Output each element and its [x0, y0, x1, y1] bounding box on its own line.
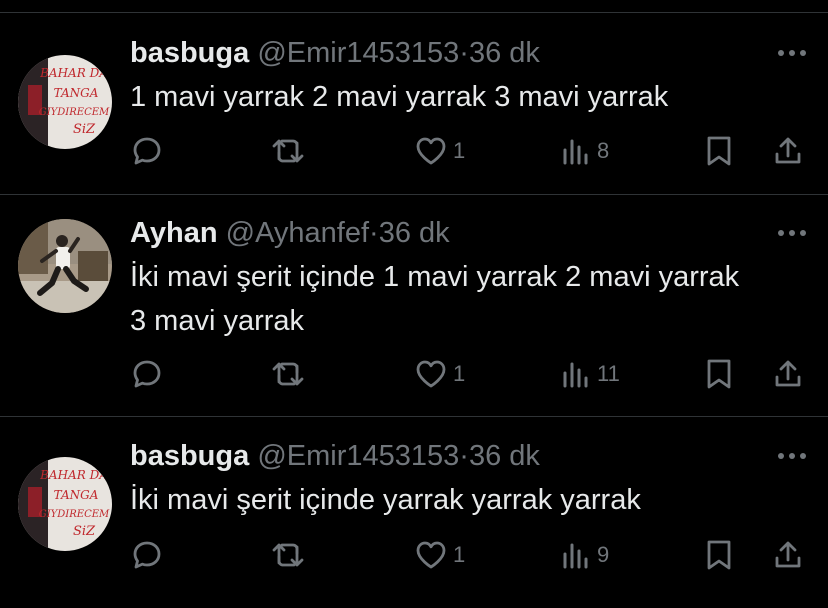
tweet-header: Ayhan @Ayhanfef·36 dk: [130, 213, 450, 253]
tweet-header: basbuga @Emir1453153·36 dk: [130, 33, 540, 73]
header-separator: ·: [459, 440, 469, 472]
author-handle[interactable]: @Emir1453153: [257, 37, 459, 69]
views-count: 8: [597, 138, 610, 163]
share-icon: [775, 541, 801, 568]
like-icon: [416, 137, 446, 165]
tweet-text: İki mavi şerit içinde 1 mavi yarrak 2 ma…: [130, 261, 740, 337]
bookmark-button[interactable]: [705, 535, 733, 575]
like-button[interactable]: 1: [415, 354, 465, 394]
share-button[interactable]: [773, 354, 803, 394]
avatar-basbuga[interactable]: BAHAR DA TANGA GIYDIRECEM SiZ: [18, 55, 112, 149]
reply-icon: [133, 137, 161, 165]
svg-text:TANGA: TANGA: [54, 488, 99, 502]
like-count: 1: [453, 542, 466, 567]
share-icon: [775, 137, 801, 164]
like-count: 1: [453, 138, 466, 163]
svg-text:TANGA: TANGA: [54, 86, 99, 100]
author-name[interactable]: Ayhan: [130, 217, 218, 249]
retweet-button[interactable]: [270, 535, 306, 575]
tweet-actions: 1 9: [128, 535, 818, 575]
tweet-time[interactable]: 36 dk: [469, 37, 540, 69]
svg-text:SiZ: SiZ: [73, 524, 96, 539]
avatar-basbuga[interactable]: BAHAR DA TANGA GIYDIRECEM SiZ: [18, 457, 112, 551]
views-icon: [563, 362, 588, 388]
retweet-icon: [272, 139, 304, 163]
tweet-actions: 1 11: [128, 354, 818, 394]
svg-text:SiZ: SiZ: [73, 122, 96, 137]
retweet-icon: [272, 362, 304, 386]
author-handle[interactable]: @Ayhanfef: [226, 217, 369, 249]
author-name[interactable]: basbuga: [130, 37, 249, 69]
reply-icon: [133, 541, 161, 569]
views-icon: [563, 543, 588, 569]
reply-button[interactable]: [131, 131, 163, 171]
reply-button[interactable]: [131, 535, 163, 575]
share-icon: [775, 360, 801, 387]
bookmark-button[interactable]: [705, 354, 733, 394]
top-divider: [0, 12, 828, 13]
retweet-icon: [272, 543, 304, 567]
like-button[interactable]: 1: [415, 535, 465, 575]
bookmark-icon: [707, 540, 731, 570]
tweet-header: basbuga @Emir1453153·36 dk: [130, 436, 540, 476]
retweet-button[interactable]: [270, 131, 306, 171]
svg-text:GIYDIRECEM: GIYDIRECEM: [39, 509, 110, 520]
retweet-button[interactable]: [270, 354, 306, 394]
author-handle[interactable]: @Emir1453153: [257, 440, 459, 472]
svg-text:BAHAR DA: BAHAR DA: [39, 468, 108, 482]
more-icon[interactable]: [770, 41, 814, 65]
header-separator: ·: [459, 37, 469, 69]
views-button[interactable]: 11: [561, 354, 620, 394]
tweet-time[interactable]: 36 dk: [379, 217, 450, 249]
tweet-divider: [0, 194, 828, 195]
bookmark-button[interactable]: [705, 131, 733, 171]
svg-text:GIYDIRECEM: GIYDIRECEM: [39, 107, 110, 118]
views-count: 9: [597, 542, 610, 567]
header-separator: ·: [369, 217, 379, 249]
tweet-divider: [0, 416, 828, 417]
more-icon[interactable]: [770, 221, 814, 245]
share-button[interactable]: [773, 131, 803, 171]
author-name[interactable]: basbuga: [130, 440, 249, 472]
views-button[interactable]: 9: [561, 535, 609, 575]
tweet-text: İki mavi şerit içinde yarrak yarrak yarr…: [130, 484, 641, 516]
tweet-text: 1 mavi yarrak 2 mavi yarrak 3 mavi yarra…: [130, 81, 669, 113]
views-button[interactable]: 8: [561, 131, 609, 171]
like-button[interactable]: 1: [415, 131, 465, 171]
bookmark-icon: [707, 136, 731, 166]
views-icon: [563, 139, 588, 165]
more-icon[interactable]: [770, 444, 814, 468]
like-icon: [416, 360, 446, 388]
like-count: 1: [453, 361, 466, 386]
like-icon: [416, 541, 446, 569]
tweet-actions: 1 8: [128, 131, 818, 171]
reply-button[interactable]: [131, 354, 163, 394]
avatar-ayhan[interactable]: [18, 219, 112, 313]
views-count: 11: [597, 361, 620, 386]
tweet-time[interactable]: 36 dk: [469, 440, 540, 472]
svg-text:BAHAR DA: BAHAR DA: [39, 66, 108, 80]
reply-icon: [133, 360, 161, 388]
bookmark-icon: [707, 359, 731, 389]
share-button[interactable]: [773, 535, 803, 575]
